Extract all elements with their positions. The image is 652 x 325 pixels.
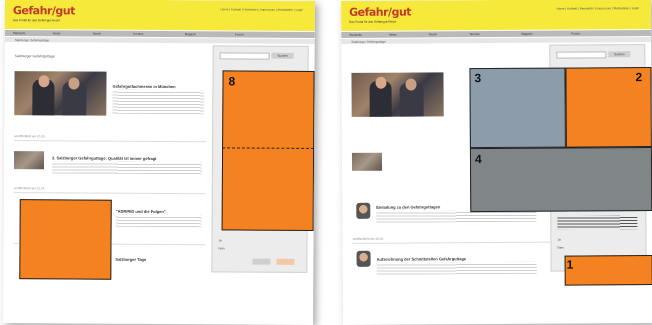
article-thumbnail[interactable] [13,151,45,170]
right-page-screenshot: Gefahr/gut Das Portal für das Gefahrgut-… [341,0,652,325]
left-page-screenshot: Gefahr/gut Das Portal für das Gefahrgut-… [3,0,315,325]
region-number-1: 1 [566,257,574,272]
divider [13,192,206,195]
region-box-1 [564,255,652,286]
region-box-8 [221,70,315,231]
article-photo[interactable] [351,72,444,117]
article-thumbnail[interactable] [356,202,371,219]
subnav-item[interactable]: Salzburger Gefahrguttage [15,38,50,42]
article-teaser [115,214,202,228]
nav-item[interactable]: Termine [133,32,144,36]
nav-item[interactable]: Termine [469,32,480,36]
article-date: veröffentlicht am 12.10. [13,186,45,191]
nav-item[interactable]: Recht [429,32,437,36]
sidebar-search-input[interactable] [219,52,270,60]
article-teaser [112,89,205,115]
nav-item[interactable]: Forum [235,32,244,36]
site-logo[interactable]: Gefahr/gut [349,6,411,19]
article-headline[interactable]: 3. Salzburger Gefahrguttage: Qualität is… [52,155,156,161]
region-box-4 [469,147,652,213]
article-date: veröffentlicht am 16.10. [352,236,384,241]
sub-nav: Salzburger Gefahrguttage [4,37,315,44]
nav-item[interactable]: Startseite [13,31,26,35]
top-links[interactable]: Home | Kontakt | Newsletter | Impressum … [557,6,639,11]
nav-item[interactable]: News [389,33,397,37]
article-headline[interactable]: Einladung zu den Gefahrguttagen [376,204,440,209]
region-box-3 [469,67,566,149]
section-title: Salzburger Gefahrguttage [14,54,55,59]
region-box [19,199,112,280]
article-headline[interactable]: Aufzeichnung der Schnittstellen Gefahrgu… [377,256,467,262]
region-number-4: 4 [474,152,482,167]
site-header: Gefahr/gut Das Portal für das Gefahrgut-… [341,0,652,31]
site-tagline: Das Portal für das Gefahrgut-Recht [349,19,397,24]
article-date: veröffentlicht am 10.10. [14,134,46,139]
subnav-item[interactable]: Salzburger Gefahrguttage [351,40,386,44]
nav-item[interactable]: Forum [571,31,580,35]
poll-option-yes[interactable]: Ja [557,238,560,242]
article-teaser [51,161,202,175]
poll-button[interactable] [252,258,271,265]
site-logo[interactable]: Gefahr/gut [13,4,75,17]
top-links[interactable]: Home | Kontakt | Newsletter | Impressum … [220,7,302,12]
nav-item[interactable]: News [53,31,61,35]
article-headline[interactable]: Salzburger Tage [115,257,146,262]
article-thumbnail[interactable] [356,250,371,267]
sidebar-search-button[interactable]: Suchen [271,52,294,59]
poll-option-no[interactable]: Nein [558,246,564,250]
divider [14,140,207,143]
region-number-2: 2 [635,70,643,85]
nav-item[interactable]: Magazin [521,32,532,36]
region-number-3: 3 [474,71,482,86]
poll-results-button[interactable] [276,258,295,265]
nav-item[interactable]: Startseite [349,33,362,37]
article-headline[interactable]: Gefahrgutfachmesse in München [112,84,175,89]
article-headline[interactable]: "ADR/RID und die Folgen" [116,209,166,214]
site-tagline: Das Portal für das Gefahrgut-Recht [12,18,60,23]
poll-option-no[interactable]: Nein [218,246,224,250]
nav-item[interactable]: Magazin [185,32,196,36]
region-number-8: 8 [228,74,236,89]
article-photo[interactable] [14,71,107,116]
article-thumbnail[interactable] [351,152,383,171]
poll-question [557,215,638,230]
divider [352,241,553,244]
sidebar-search-button[interactable]: Suchen [608,51,631,58]
article-teaser [376,261,537,275]
sidebar-search-input[interactable] [556,51,607,59]
site-header: Gefahr/gut Das Portal für das Gefahrgut-… [4,0,315,31]
poll-option-yes[interactable]: Ja [219,238,222,242]
sub-nav: Salzburger Gefahrguttage [341,37,652,44]
nav-item[interactable]: Recht [93,32,101,36]
